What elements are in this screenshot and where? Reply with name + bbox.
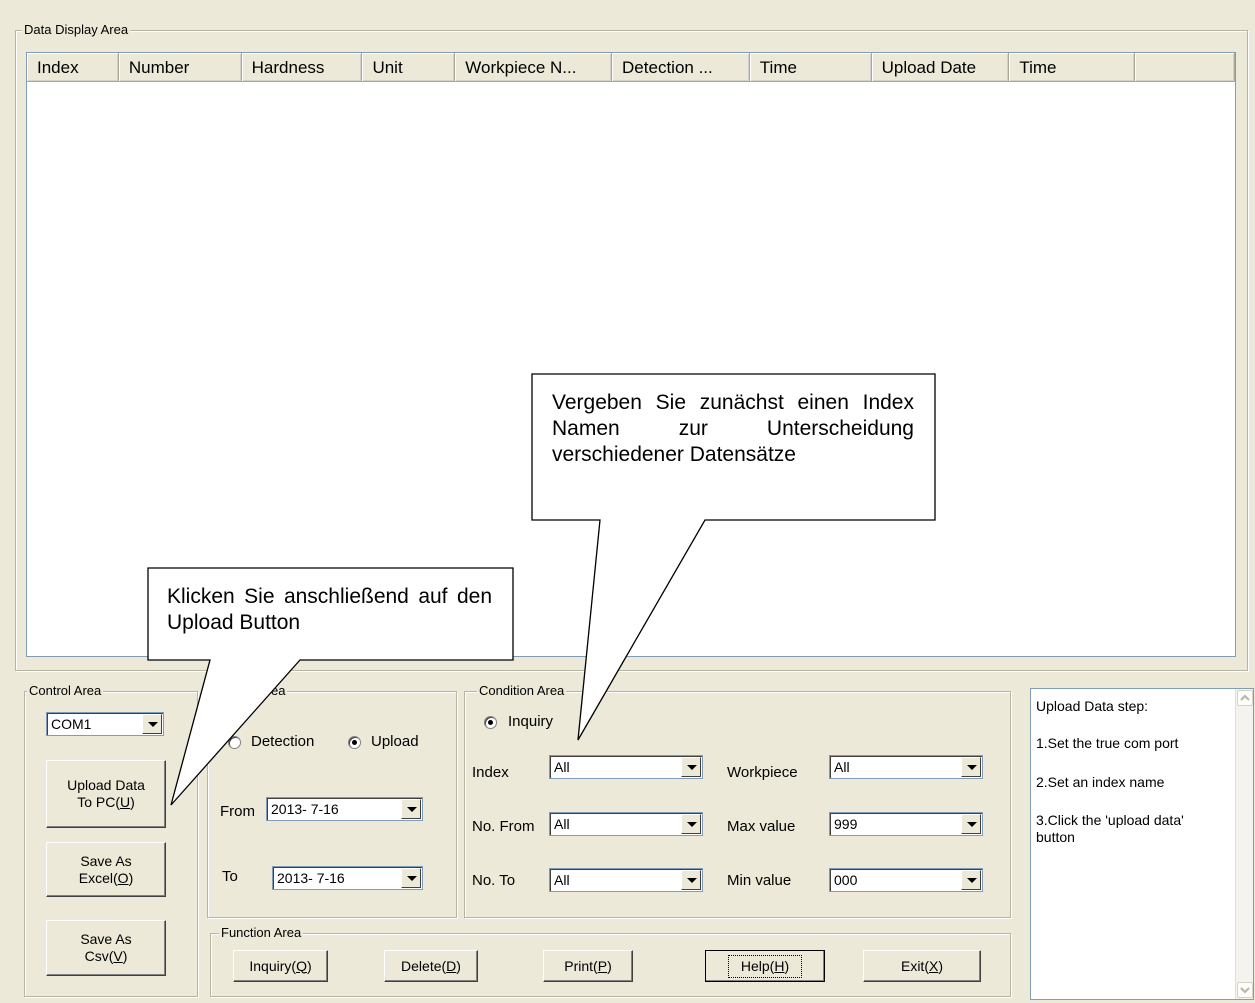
detection-radio[interactable] (228, 736, 241, 749)
help-step-3-cont: button (1036, 829, 1075, 845)
control-area-label: Control Area (27, 683, 104, 699)
column-header-time[interactable]: Time (749, 53, 872, 82)
excel-label-line2: Excel(O) (78, 869, 134, 886)
delete-button-label: Delete(D) (401, 957, 461, 974)
delete-button[interactable]: Delete(D) (384, 950, 478, 982)
index-select[interactable]: All (549, 755, 703, 779)
chevron-down-icon[interactable] (401, 799, 421, 819)
condition-area-label: Condition Area (477, 683, 567, 699)
chevron-down-icon[interactable] (681, 870, 701, 890)
print-button-label: Print(P) (564, 957, 612, 974)
chevron-down-icon[interactable] (961, 870, 981, 890)
column-header-upload-time[interactable]: Time (1009, 53, 1136, 82)
no-from-label: No. From (472, 818, 535, 835)
to-label: To (222, 868, 238, 885)
inquiry-button[interactable]: Inquiry(Q) (233, 950, 328, 982)
date-area-label: Area (256, 683, 288, 699)
help-step-3: 3.Click the 'upload data' (1036, 812, 1184, 828)
from-label: From (220, 803, 255, 820)
column-header-unit[interactable]: Unit (362, 53, 456, 82)
save-as-csv-button[interactable]: Save As Csv(V) (46, 920, 166, 976)
print-button[interactable]: Print(P) (543, 950, 633, 982)
index-callout-text: Vergeben Sie zunächst einen Index Namen … (552, 391, 914, 466)
column-header-workpiece[interactable]: Workpiece N... (455, 53, 613, 82)
chevron-down-icon[interactable] (681, 814, 701, 834)
index-value: All (554, 759, 570, 775)
column-header-detection[interactable]: Detection ... (612, 53, 750, 82)
no-from-select[interactable]: All (549, 812, 703, 836)
upload-radio[interactable] (348, 736, 361, 749)
help-scrollbar[interactable] (1235, 689, 1253, 999)
upload-data-label-line2: To PC(U) (77, 794, 135, 810)
exit-button-label: Exit(X) (900, 957, 943, 974)
chevron-down-icon[interactable] (961, 814, 981, 834)
workpiece-select[interactable]: All (829, 755, 983, 779)
column-header-number[interactable]: Number (118, 53, 242, 82)
inquiry-radio-label[interactable]: Inquiry (508, 713, 553, 731)
upload-data-button[interactable]: Upload Data To PC(U) (46, 760, 166, 828)
scroll-down-icon[interactable] (1237, 982, 1253, 998)
csv-label-line1: Save As (80, 931, 132, 947)
upload-radio-label[interactable]: Upload (371, 733, 419, 751)
help-step-1: 1.Set the true com port (1036, 735, 1179, 751)
function-area-label: Function Area (219, 925, 304, 941)
max-value-select[interactable]: 999 (829, 812, 983, 836)
from-date-picker[interactable]: 2013- 7-16 (266, 797, 423, 821)
no-from-value: All (554, 816, 570, 832)
exit-button[interactable]: Exit(X) (863, 950, 981, 982)
column-header-empty[interactable] (1135, 53, 1235, 82)
max-value-value: 999 (834, 816, 858, 832)
inquiry-radio[interactable] (484, 716, 497, 729)
listview-header: Index Number Hardness Unit Workpiece N..… (27, 53, 1235, 82)
help-panel[interactable]: Upload Data step: 1.Set the true com por… (1030, 688, 1254, 1000)
min-value-select[interactable]: 000 (829, 868, 983, 892)
min-value-value: 000 (834, 872, 858, 888)
excel-label-line1: Save As (80, 852, 132, 869)
min-value-label: Min value (727, 872, 792, 889)
com-port-value: COM1 (51, 716, 92, 732)
workpiece-label: Workpiece (727, 764, 798, 781)
com-port-select[interactable]: COM1 (46, 712, 164, 736)
workpiece-value: All (834, 759, 850, 775)
chevron-down-icon[interactable] (401, 868, 421, 888)
column-header-hardness[interactable]: Hardness (241, 53, 363, 82)
chevron-down-icon[interactable] (681, 757, 701, 777)
help-button[interactable]: Help(H) (705, 950, 825, 982)
no-to-select[interactable]: All (549, 868, 703, 892)
to-date-picker[interactable]: 2013- 7-16 (272, 866, 423, 890)
from-date-value: 2013- 7-16 (271, 801, 339, 817)
upload-callout-text: Klicken Sie anschließend auf den Upload … (167, 585, 492, 634)
help-step-2: 2.Set an index name (1036, 774, 1165, 790)
scroll-up-icon[interactable] (1237, 690, 1253, 706)
no-to-label: No. To (472, 872, 516, 889)
data-listview[interactable]: Index Number Hardness Unit Workpiece N..… (26, 52, 1236, 657)
detection-radio-label[interactable]: Detection (251, 733, 314, 751)
column-header-upload-date[interactable]: Upload Date (871, 53, 1010, 82)
data-display-label: Data Display Area (22, 22, 131, 38)
chevron-down-icon[interactable] (142, 714, 162, 734)
save-as-excel-button[interactable]: Save As Excel(O) (46, 842, 166, 897)
column-header-index[interactable]: Index (27, 53, 119, 82)
inquiry-button-label: Inquiry(Q) (249, 957, 312, 974)
csv-label-line2: Csv(V) (84, 948, 128, 964)
index-label: Index (472, 764, 509, 781)
upload-data-label-line1: Upload Data (67, 777, 145, 793)
no-to-value: All (554, 872, 570, 888)
to-date-value: 2013- 7-16 (277, 870, 345, 886)
help-title: Upload Data step: (1036, 698, 1149, 714)
chevron-down-icon[interactable] (961, 757, 981, 777)
help-button-label: Help(H) (727, 954, 803, 978)
max-value-label: Max value (727, 818, 796, 835)
